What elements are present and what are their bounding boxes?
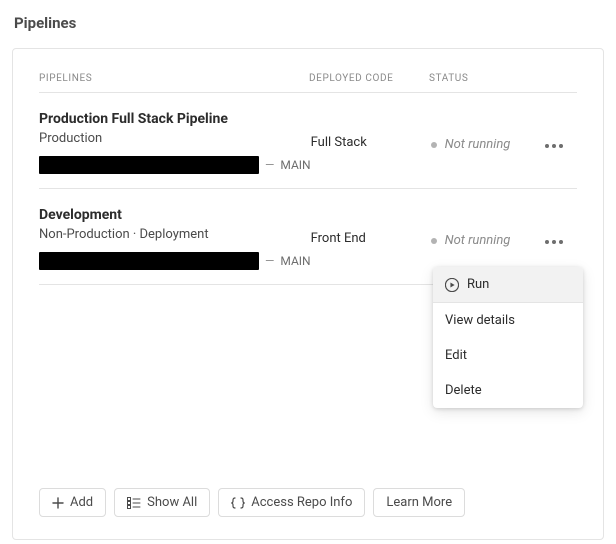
page-title: Pipelines	[0, 0, 616, 42]
menu-delete[interactable]: Delete	[433, 373, 583, 408]
pipeline-title: Production Full Stack Pipeline	[39, 111, 311, 127]
table-row: Production Full Stack Pipeline Productio…	[39, 93, 577, 189]
show-all-icon	[127, 497, 141, 509]
more-actions-button[interactable]	[541, 236, 567, 248]
branch-separator: —	[265, 158, 274, 172]
repo-info-label: Access Repo Info	[251, 495, 352, 510]
menu-run[interactable]: Run	[433, 267, 583, 303]
show-all-label: Show All	[147, 495, 197, 510]
branch-label: MAIN	[280, 254, 310, 268]
menu-run-label: Run	[467, 277, 489, 292]
col-header-pipelines: PIPELINES	[39, 73, 309, 84]
redacted-repo	[39, 156, 259, 174]
menu-view-details[interactable]: View details	[433, 303, 583, 338]
branch-label: MAIN	[280, 158, 310, 172]
pipeline-subtitle: Production	[39, 131, 311, 146]
col-header-status: STATUS	[429, 73, 539, 84]
footer-actions: Add Show All Access Repo Info Learn More	[39, 488, 465, 517]
learn-more-label: Learn More	[386, 495, 452, 510]
status-badge: Not running	[431, 233, 511, 248]
pipeline-repo: — MAIN	[39, 252, 311, 270]
table-header: PIPELINES DEPLOYED CODE STATUS	[39, 73, 577, 93]
play-circle-icon	[445, 278, 459, 292]
menu-view-label: View details	[445, 313, 515, 328]
pipeline-subtitle: Non-Production · Deployment	[39, 227, 311, 242]
deployed-code: Full Stack	[311, 135, 431, 150]
more-actions-button[interactable]	[541, 140, 567, 152]
add-button[interactable]: Add	[39, 488, 106, 517]
menu-edit[interactable]: Edit	[433, 338, 583, 373]
pipeline-repo: — MAIN	[39, 156, 311, 174]
access-repo-info-button[interactable]: Access Repo Info	[218, 488, 365, 517]
status-dot-icon	[431, 142, 437, 148]
redacted-repo	[39, 252, 259, 270]
braces-icon	[231, 497, 245, 509]
deployed-code: Front End	[311, 231, 431, 246]
pipeline-title: Development	[39, 207, 311, 223]
learn-more-button[interactable]: Learn More	[373, 488, 465, 517]
plus-icon	[52, 497, 64, 509]
status-text: Not running	[445, 233, 511, 248]
col-header-deployed: DEPLOYED CODE	[309, 73, 429, 84]
status-dot-icon	[431, 238, 437, 244]
branch-separator: —	[265, 254, 274, 268]
status-badge: Not running	[431, 137, 511, 152]
pipelines-card: PIPELINES DEPLOYED CODE STATUS Productio…	[12, 48, 604, 540]
menu-delete-label: Delete	[445, 383, 482, 398]
show-all-button[interactable]: Show All	[114, 488, 210, 517]
context-menu: Run View details Edit Delete	[433, 267, 583, 408]
menu-edit-label: Edit	[445, 348, 467, 363]
status-text: Not running	[445, 137, 511, 152]
add-label: Add	[70, 495, 93, 510]
